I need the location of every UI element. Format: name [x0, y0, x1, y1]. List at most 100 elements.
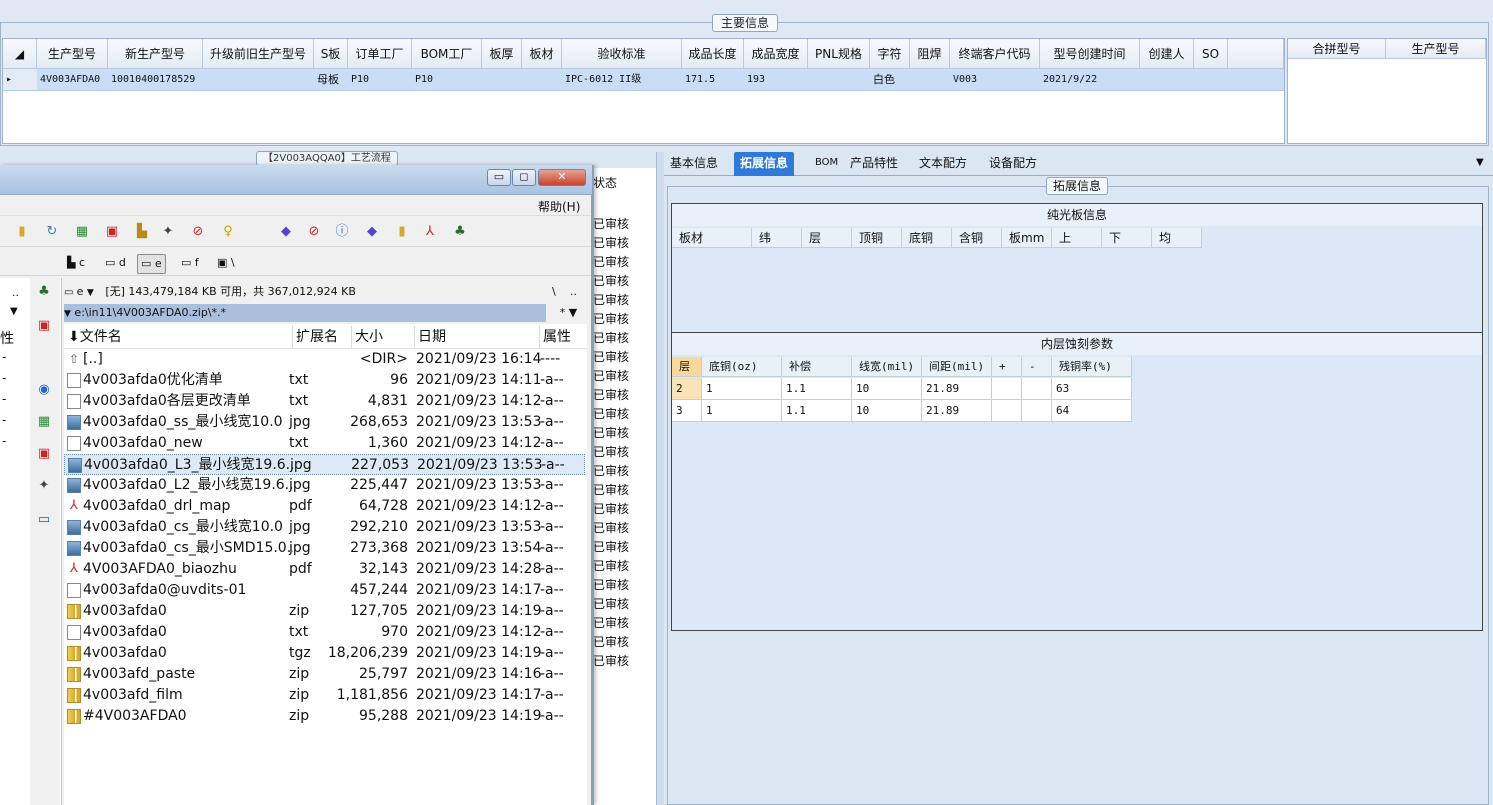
cell-prod-model[interactable]: 4V003AFDA0	[37, 69, 108, 91]
col-header[interactable]: 成品宽度	[744, 39, 808, 69]
col-date-header[interactable]: 日期	[414, 326, 446, 348]
file-row[interactable]: ⅄ 4V003AFDA0_biaozhu pdf 32,143 2021/09/23 1…	[64, 559, 585, 580]
col-header[interactable]: S板	[314, 39, 348, 69]
plain-col-header[interactable]: 底铜	[902, 228, 952, 248]
file-row[interactable]: 4v003afda0 zip 127,705 2021/09/23 14:19 -a--	[64, 601, 585, 622]
col-header[interactable]: 合拼型号	[1288, 39, 1386, 59]
plain-col-header[interactable]: 均	[1152, 228, 1202, 248]
col-header[interactable]: 生产型号	[1386, 39, 1486, 59]
status-cell[interactable]: 已审核	[593, 595, 629, 612]
file-row[interactable]: 4v003afda0_cs_最小线宽10.0 jpg 292,210 2021/09/…	[64, 517, 585, 538]
status-cell[interactable]: 已审核	[593, 576, 629, 593]
etch-cell[interactable]: 63	[1052, 378, 1132, 400]
file-list[interactable]: ⬇文件名 扩展名 大小 日期 属性 ⇧ [..] <DIR> 2021/09/23 1…	[64, 324, 587, 805]
etch-cell[interactable]: 3	[672, 400, 702, 422]
info-icon[interactable]: ⓘ	[334, 224, 350, 240]
drive-f[interactable]: ▭ f	[178, 254, 202, 274]
plain-col-header[interactable]: 板mm	[1002, 228, 1052, 248]
pdf-icon[interactable]: ⅄	[422, 224, 438, 240]
status-cell[interactable]: 已审核	[593, 291, 629, 308]
tab-product-features[interactable]: 产品特性	[844, 152, 904, 176]
col-ext-header[interactable]: 扩展名	[292, 326, 338, 348]
col-header[interactable]: 验收标准	[562, 39, 682, 69]
status-cell[interactable]: 已审核	[593, 500, 629, 517]
sync-icon[interactable]: ◉	[36, 382, 52, 398]
status-cell[interactable]: 已审核	[593, 386, 629, 403]
tab-equipment-recipe[interactable]: 设备配方	[983, 152, 1043, 176]
tab-dropdown-icon[interactable]: ▼	[1470, 152, 1490, 176]
left-dropdown-icon[interactable]: ▼	[10, 306, 18, 317]
file-row[interactable]: 4v003afda0_L3_最小线宽19.6.. jpg 227,053 2021/0…	[64, 454, 585, 475]
etch-col-header[interactable]: 层	[672, 357, 702, 377]
network-icon[interactable]: ♣	[36, 284, 52, 300]
document-icon[interactable]: ▣	[104, 224, 120, 240]
etch-cell[interactable]: 21.89	[922, 378, 992, 400]
tab-basic-info[interactable]: 基本信息	[664, 152, 724, 176]
status-cell[interactable]: 已审核	[593, 557, 629, 574]
file-manager-titlebar[interactable]: ▭ ◻ ✕	[0, 165, 592, 195]
col-header[interactable]: 板材	[522, 39, 562, 69]
cell-new-model[interactable]: 10010400178529	[108, 69, 203, 91]
parent-button[interactable]: ..	[570, 282, 577, 302]
plain-col-header[interactable]: 顶铜	[852, 228, 902, 248]
merge-model-grid[interactable]: 合拼型号 生产型号	[1287, 38, 1487, 144]
col-header[interactable]: 板厚	[482, 39, 522, 69]
file-row[interactable]: ⅄ 4v003afda0_drl_map pdf 64,728 2021/09/23 1…	[64, 496, 585, 517]
etch-cell[interactable]: 64	[1052, 400, 1132, 422]
maximize-icon[interactable]: ◻	[512, 169, 536, 186]
refresh-icon[interactable]: ↻	[44, 224, 60, 240]
file-row[interactable]: 4v003afda0 tgz 18,206,239 2021/09/23 14:19-…	[64, 643, 585, 664]
cell-order-factory[interactable]: P10	[348, 69, 412, 91]
etch-cell[interactable]: 21.89	[922, 400, 992, 422]
col-attr-header[interactable]: 属性	[539, 326, 571, 348]
security-icon[interactable]: ◆	[364, 224, 380, 240]
tab-bom[interactable]: BOM	[809, 152, 844, 176]
cell-standard[interactable]: IPC-6012 II级	[562, 69, 682, 91]
etch-cell[interactable]: 1	[702, 400, 782, 422]
etch-cell[interactable]	[992, 378, 1022, 400]
block-icon[interactable]: ⊘	[306, 224, 322, 240]
stop-icon[interactable]: ⊘	[190, 224, 206, 240]
minimize-icon[interactable]: ▭	[487, 169, 511, 186]
col-header[interactable]: 生产型号	[37, 39, 108, 69]
folder-icon[interactable]: ▮	[14, 224, 30, 240]
etch-col-header[interactable]: 线宽(mil)	[852, 357, 922, 377]
plain-col-header[interactable]: 板材	[672, 228, 752, 248]
col-header[interactable]: 订单工厂	[348, 39, 412, 69]
drive-network[interactable]: ▣ \	[214, 254, 238, 274]
cell-length[interactable]: 171.5	[682, 69, 744, 91]
file-row[interactable]: 4v003afd_paste zip 25,797 2021/09/23 14:16-…	[64, 664, 585, 685]
col-name-header[interactable]: ⬇文件名	[68, 326, 122, 348]
image-icon[interactable]: ▭	[36, 512, 52, 528]
etch-cell[interactable]: 1.1	[782, 400, 852, 422]
status-cell[interactable]: 已审核	[593, 367, 629, 384]
current-drive[interactable]: e	[77, 285, 84, 298]
move-icon[interactable]: ▣	[36, 446, 52, 462]
status-cell[interactable]: 已审核	[593, 215, 629, 232]
file-row[interactable]: 4v003afda0@uvdits-01 457,244 2021/09/23 14…	[64, 580, 585, 601]
drive-c[interactable]: ▙ c	[64, 254, 88, 274]
status-cell[interactable]: 已审核	[593, 614, 629, 631]
process-status-column[interactable]: 状态 已审核 已审核 已审核 已审核 已审核 已审核 已审核 已审核 已审核 已审核 已审核 已审核已…	[590, 168, 656, 805]
panel-splitter[interactable]	[656, 152, 664, 805]
col-size-header[interactable]: 大小	[351, 326, 383, 348]
status-cell[interactable]: 已审核	[593, 481, 629, 498]
cell-width[interactable]: 193	[744, 69, 808, 91]
status-cell[interactable]: 已审核	[593, 462, 629, 479]
cell-customer[interactable]: V003	[950, 69, 1040, 91]
menu-help[interactable]: 帮助(H)	[538, 198, 580, 215]
file-row[interactable]: 4v003afda0_cs_最小SMD15.0.. jpg 273,368 2021/…	[64, 538, 585, 559]
drive-dropdown-icon[interactable]: ▼	[87, 288, 94, 298]
etch-cell[interactable]	[1022, 400, 1052, 422]
root-button[interactable]: \	[552, 282, 556, 302]
history-dropdown-icon[interactable]: ▼	[64, 309, 71, 319]
etch-cell[interactable]: 10	[852, 378, 922, 400]
file-row[interactable]: 4v003afda0_ss_最小线宽10.0 jpg 268,653 2021/09/…	[64, 412, 585, 433]
excel-icon[interactable]: ▦	[74, 224, 90, 240]
col-header[interactable]: 升级前旧生产型号	[203, 39, 314, 69]
plain-col-header[interactable]: 纬	[752, 228, 802, 248]
etch-cell[interactable]: 1.1	[782, 378, 852, 400]
status-cell[interactable]: 已审核	[593, 253, 629, 270]
drive-icon[interactable]: ▭	[64, 287, 77, 298]
plain-col-header[interactable]: 上	[1052, 228, 1102, 248]
